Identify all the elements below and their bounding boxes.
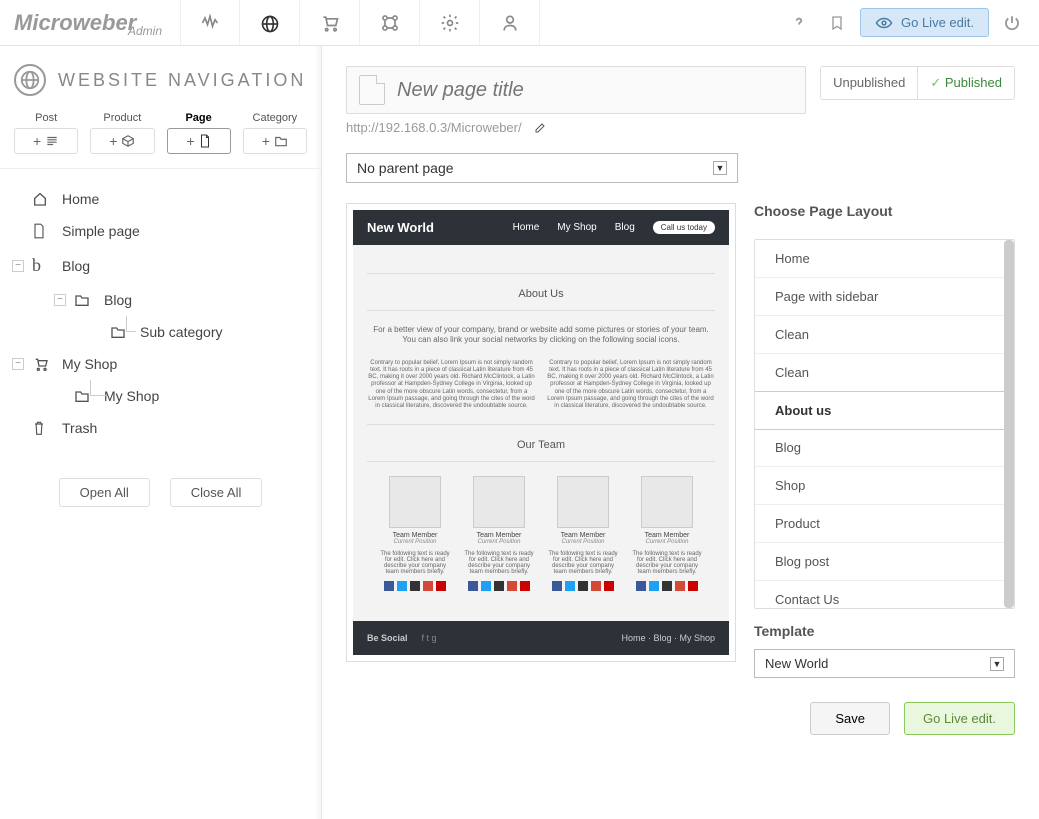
content-types: Post + Product + Page + Category +	[0, 104, 321, 169]
tab-modules[interactable]	[360, 0, 420, 45]
blog-icon: b	[32, 255, 50, 276]
choose-layout-title: Choose Page Layout	[754, 203, 1015, 219]
tab-users[interactable]	[480, 0, 540, 45]
template-label: Template	[754, 623, 1015, 639]
tree-item-blog[interactable]: − b Blog	[14, 247, 307, 284]
layout-list: HomePage with sidebarCleanCleanAbout usB…	[754, 239, 1015, 609]
tab-shop[interactable]	[300, 0, 360, 45]
page-title-box	[346, 66, 806, 114]
layout-item[interactable]: Contact Us	[755, 581, 1014, 609]
dropdown-arrow-icon: ▼	[713, 161, 727, 175]
open-all-button[interactable]: Open All	[59, 478, 150, 507]
brand[interactable]: Microweber Admin	[0, 4, 180, 42]
collapse-toggle[interactable]: −	[54, 294, 66, 306]
layout-preview: New World Home My Shop Blog Call us toda…	[346, 203, 736, 662]
layout-item[interactable]: Page with sidebar	[755, 278, 1014, 316]
content-type-post[interactable]: Post +	[14, 112, 78, 154]
cart-icon	[32, 356, 50, 372]
go-live-button-top[interactable]: Go Live edit.	[860, 8, 989, 37]
layout-item[interactable]: Shop	[755, 467, 1014, 505]
trash-icon	[32, 420, 50, 436]
layout-item[interactable]: Blog	[755, 429, 1014, 467]
tree-item-myshop[interactable]: − My Shop	[14, 348, 307, 380]
page-title-input[interactable]	[397, 79, 793, 102]
status-published[interactable]: ✓ Published	[917, 67, 1014, 99]
close-all-button[interactable]: Close All	[170, 478, 263, 507]
status-unpublished[interactable]: Unpublished	[821, 67, 917, 99]
layout-item[interactable]: Home	[755, 240, 1014, 278]
bookmark-icon[interactable]	[822, 14, 852, 32]
url-row: http://192.168.0.3/Microweber/	[346, 120, 1015, 135]
globe-icon	[14, 64, 46, 96]
help-icon[interactable]	[784, 14, 814, 32]
tree-item-myshop-child[interactable]: My Shop	[14, 380, 307, 412]
content-type-product[interactable]: Product +	[90, 112, 154, 154]
save-button[interactable]: Save	[810, 702, 890, 735]
layout-item[interactable]: Product	[755, 505, 1014, 543]
tab-dashboard[interactable]	[180, 0, 240, 45]
sidebar: WEBSITE NAVIGATION Post + Product + Page…	[0, 46, 322, 819]
page-icon	[32, 223, 50, 239]
layout-item[interactable]: Clean	[755, 354, 1014, 392]
parent-page-select[interactable]: No parent page ▼	[346, 153, 738, 183]
brand-sub: Admin	[128, 24, 162, 38]
scrollbar[interactable]	[1004, 240, 1014, 608]
sidebar-header: WEBSITE NAVIGATION	[0, 46, 321, 104]
tab-settings[interactable]	[420, 0, 480, 45]
layout-item[interactable]: About us	[754, 391, 1015, 430]
topbar-right: Go Live edit.	[784, 8, 1039, 37]
topbar-tabs	[180, 0, 540, 45]
tree-item-home[interactable]: Home	[14, 183, 307, 215]
collapse-toggle[interactable]: −	[12, 260, 24, 272]
tree-item-simple-page[interactable]: Simple page	[14, 215, 307, 247]
tree-item-trash[interactable]: Trash	[14, 412, 307, 444]
content-area: Unpublished ✓ Published http://192.168.0…	[322, 46, 1039, 819]
tree-item-blog-child[interactable]: − Blog	[14, 284, 307, 316]
content-type-page[interactable]: Page +	[167, 112, 231, 154]
folder-icon	[74, 293, 92, 307]
sidebar-title: WEBSITE NAVIGATION	[58, 70, 306, 91]
right-panel: Choose Page Layout HomePage with sidebar…	[754, 203, 1015, 735]
nav-tree: Home Simple page − b Blog − Blog Sub cat…	[0, 169, 321, 458]
dropdown-arrow-icon: ▼	[990, 657, 1004, 671]
page-icon	[359, 75, 385, 105]
topbar: Microweber Admin Go Live ed	[0, 0, 1039, 46]
go-live-button[interactable]: Go Live edit.	[904, 702, 1015, 735]
home-icon	[32, 191, 50, 207]
go-live-label: Go Live edit.	[901, 15, 974, 30]
tab-website[interactable]	[240, 0, 300, 45]
publish-status-toggle: Unpublished ✓ Published	[820, 66, 1015, 100]
page-url: http://192.168.0.3/Microweber/	[346, 120, 522, 135]
layout-item[interactable]: Clean	[755, 316, 1014, 354]
collapse-toggle[interactable]: −	[12, 358, 24, 370]
edit-url-icon[interactable]	[534, 122, 546, 134]
brand-main: Microweber	[14, 10, 136, 35]
power-icon[interactable]	[997, 14, 1027, 32]
layout-item[interactable]: Blog post	[755, 543, 1014, 581]
content-type-category[interactable]: Category +	[243, 112, 307, 154]
template-select[interactable]: New World ▼	[754, 649, 1015, 678]
tree-item-sub-category[interactable]: Sub category	[14, 316, 307, 348]
